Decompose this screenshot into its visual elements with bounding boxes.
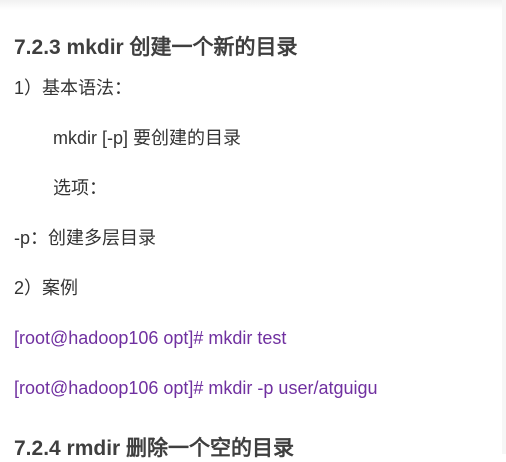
top-shadow-bar (0, 0, 506, 10)
command-line-mkdir-test: [root@hadoop106 opt]# mkdir test (14, 328, 287, 348)
syntax-line: mkdir [-p] 要创建的目录 (53, 128, 242, 148)
basic-syntax-label: 1）基本语法： (14, 78, 133, 98)
section-heading-mkdir: 7.2.3 mkdir 创建一个新的目录 (14, 36, 298, 59)
options-label: 选项： (53, 178, 107, 198)
example-label: 2）案例 (14, 278, 79, 298)
command-line-mkdir-p: [root@hadoop106 opt]# mkdir -p user/atgu… (14, 378, 378, 398)
section-heading-rmdir: 7.2.4 rmdir 删除一个空的目录 (14, 437, 295, 460)
option-p-description: -p：创建多层目录 (14, 228, 157, 248)
scroll-edge (502, 0, 506, 454)
